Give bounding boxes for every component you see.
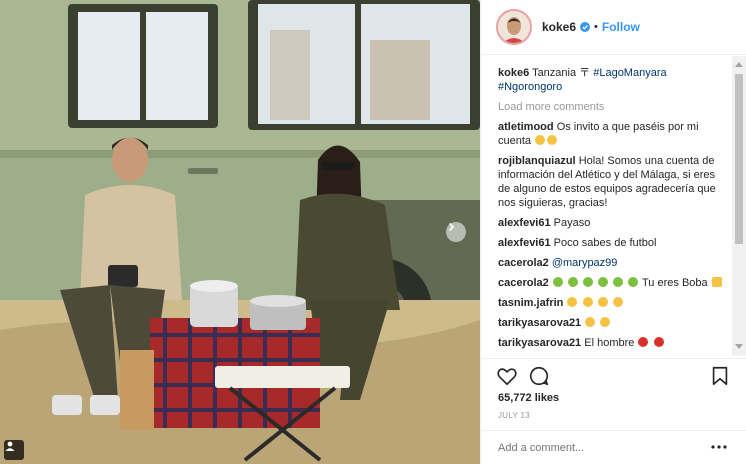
scroll-down-arrow-icon[interactable] bbox=[735, 344, 743, 349]
grin-emoji-icon bbox=[585, 317, 596, 327]
caption-username[interactable]: koke6 bbox=[498, 67, 529, 79]
load-more-comments-button[interactable]: Load more comments bbox=[498, 100, 727, 114]
person-tag-icon[interactable] bbox=[4, 440, 24, 460]
comment-username[interactable]: rojiblanquiazul bbox=[498, 155, 576, 167]
angry-emoji-icon bbox=[552, 277, 563, 287]
post-photo[interactable] bbox=[0, 0, 480, 464]
caption: koke6 Tanzania 〒 #LagoManyara #Ngorongor… bbox=[498, 66, 727, 94]
comment-item: tarikyasarova21 bbox=[498, 316, 727, 330]
angry-emoji-icon bbox=[582, 277, 593, 287]
hashtag-link[interactable]: #Ngorongoro bbox=[498, 81, 562, 93]
chevron-right-icon[interactable] bbox=[446, 222, 466, 242]
angry-emoji-icon bbox=[613, 277, 624, 287]
comment-item: tasnim.jafrin bbox=[498, 296, 727, 310]
comment-text: El hombre bbox=[584, 337, 635, 349]
comment-item: alexfevi61 Payaso bbox=[498, 216, 727, 230]
angry-emoji-icon bbox=[567, 277, 578, 287]
comment-username[interactable]: tarikyasarova21 bbox=[498, 337, 581, 349]
comments-scrollbar[interactable] bbox=[732, 56, 746, 356]
add-comment-input[interactable] bbox=[498, 441, 698, 454]
grimace-emoji-icon bbox=[547, 135, 558, 145]
scrollbar-thumb[interactable] bbox=[735, 74, 743, 244]
comment-username[interactable]: atletimood bbox=[498, 121, 554, 133]
comment-item: cacerola2 Tu eres Boba bbox=[498, 276, 727, 290]
comment-username[interactable]: tarikyasarova21 bbox=[498, 317, 581, 329]
mention-link[interactable]: @marypaz99 bbox=[552, 257, 618, 269]
comments-list: koke6 Tanzania 〒 #LagoManyara #Ngorongor… bbox=[481, 56, 735, 356]
frown-emoji-icon bbox=[600, 317, 611, 327]
devil-emoji-icon bbox=[653, 337, 664, 347]
scroll-up-arrow-icon[interactable] bbox=[735, 62, 743, 67]
header-separator: • bbox=[594, 21, 598, 33]
heart-icon[interactable] bbox=[496, 365, 518, 387]
devil-emoji-icon bbox=[638, 337, 649, 347]
comment-text: Payaso bbox=[553, 217, 591, 229]
hashtag-link[interactable]: #LagoManyara bbox=[593, 67, 666, 79]
photo-illustration bbox=[0, 0, 480, 464]
caption-text: Tanzania 〒 bbox=[532, 67, 594, 79]
avatar[interactable] bbox=[496, 9, 532, 45]
comment-username[interactable]: cacerola2 bbox=[498, 277, 549, 289]
post-date: JULY 13 bbox=[498, 411, 531, 420]
comment-item: cacerola2 @marypaz99 bbox=[498, 256, 727, 270]
follow-button[interactable]: Follow bbox=[602, 20, 640, 34]
comment-username[interactable]: alexfevi61 bbox=[498, 237, 551, 249]
comment-item: alexfevi61 Poco sabes de futbol bbox=[498, 236, 727, 250]
comment-text: Tu eres Boba bbox=[642, 277, 708, 289]
fist-emoji-icon bbox=[711, 277, 722, 287]
comment-text: Poco sabes de futbol bbox=[553, 237, 657, 249]
comment-item: rojiblanquiazul Hola! Somos una cuenta d… bbox=[498, 154, 727, 210]
angry-emoji-icon bbox=[628, 277, 639, 287]
pray-emoji-icon bbox=[535, 135, 546, 145]
bookmark-icon[interactable] bbox=[709, 365, 731, 387]
angry-emoji-icon bbox=[598, 277, 609, 287]
comment-item: tarikyasarova21 El hombre bbox=[498, 336, 727, 350]
header-username[interactable]: koke6 bbox=[542, 20, 576, 34]
comment-bubble-icon[interactable] bbox=[528, 365, 550, 387]
wink-emoji-icon bbox=[582, 297, 593, 307]
comment-username[interactable]: cacerola2 bbox=[498, 257, 549, 269]
more-options-icon[interactable] bbox=[711, 445, 727, 449]
verified-badge-icon bbox=[580, 22, 591, 32]
post-side-panel: koke6 • Follow koke6 Tanzania 〒 #LagoMan… bbox=[480, 0, 746, 464]
action-bar bbox=[481, 358, 746, 392]
add-comment-bar bbox=[481, 430, 746, 464]
post-header: koke6 • Follow bbox=[481, 0, 746, 55]
wink-emoji-icon bbox=[567, 297, 578, 307]
wink-emoji-icon bbox=[597, 297, 608, 307]
comment-item: atletimood Os invito a que paséis por mi… bbox=[498, 120, 727, 148]
comment-username[interactable]: tasnim.jafrin bbox=[498, 297, 563, 309]
wink-emoji-icon bbox=[612, 297, 623, 307]
comment-username[interactable]: alexfevi61 bbox=[498, 217, 551, 229]
likes-count[interactable]: 65,772 likes bbox=[498, 392, 559, 404]
